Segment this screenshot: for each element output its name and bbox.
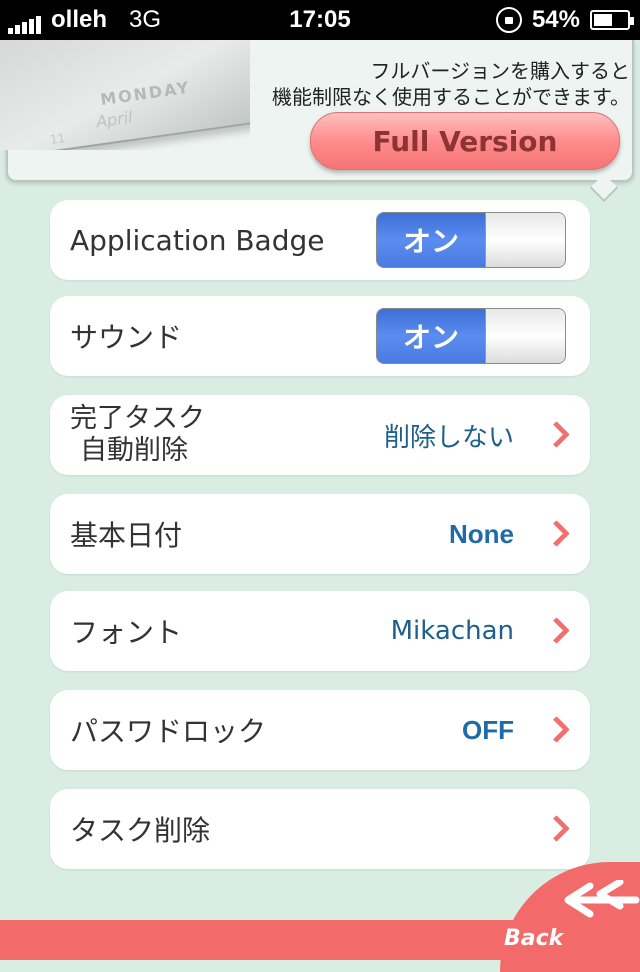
setting-row-auto-delete[interactable]: 完了タスク 自動削除 削除しない <box>50 395 590 475</box>
setting-row-passcode-lock[interactable]: パスワドロック OFF <box>50 690 590 770</box>
sound-toggle[interactable]: オン <box>376 308 566 364</box>
app-badge-toggle-on-label: オン <box>377 213 485 267</box>
promo-message: フルバージョンを購入すると 機能制限なく使用することができます。 <box>190 58 630 110</box>
promo-message-line2: 機能制限なく使用することができます。 <box>272 85 630 109</box>
auto-delete-label-line1: 完了タスク <box>70 403 205 434</box>
status-bar: olleh 3G 17:05 54% <box>0 0 640 40</box>
sound-label: サウンド <box>70 321 183 354</box>
app-badge-label: Application Badge <box>70 223 325 257</box>
battery-percent: 54% <box>531 6 580 33</box>
delete-tasks-label: タスク削除 <box>70 814 211 847</box>
base-date-value: None <box>449 518 514 549</box>
auto-delete-value: 削除しない <box>383 422 514 453</box>
setting-row-base-date[interactable]: 基本日付 None <box>50 494 590 574</box>
app-badge-toggle[interactable]: オン <box>376 212 566 268</box>
chevron-right-icon <box>543 520 570 547</box>
back-label: Back <box>504 926 564 951</box>
full-version-button[interactable]: Full Version <box>310 112 620 170</box>
chevron-right-icon <box>543 421 570 448</box>
font-value: Mikachan <box>390 616 514 646</box>
setting-row-app-badge: Application Badge オン <box>50 200 590 280</box>
toggle-knob <box>485 213 565 267</box>
setting-row-sound: サウンド オン <box>50 296 590 376</box>
battery-icon <box>590 10 634 30</box>
passcode-lock-value: OFF <box>462 714 514 745</box>
chevron-right-icon <box>543 815 570 842</box>
toggle-knob <box>485 309 565 363</box>
passcode-lock-label: パスワドロック <box>70 715 267 748</box>
auto-delete-label: 完了タスク 自動削除 <box>70 403 205 467</box>
back-button[interactable]: Back <box>500 862 640 960</box>
font-label: フォント <box>70 616 183 649</box>
promo-message-line1: フルバージョンを購入すると <box>370 59 630 83</box>
setting-row-delete-tasks[interactable]: タスク削除 <box>50 789 590 869</box>
rotation-lock-icon <box>495 7 522 33</box>
chevron-right-icon <box>543 716 570 743</box>
sound-toggle-on-label: オン <box>377 309 485 363</box>
back-arrow-icon <box>564 880 640 918</box>
calendar-date: 11 <box>49 131 67 147</box>
base-date-label: 基本日付 <box>70 519 183 552</box>
setting-row-font[interactable]: フォント Mikachan <box>50 591 590 671</box>
auto-delete-label-line2: 自動削除 <box>80 435 188 466</box>
chevron-right-icon <box>543 617 570 644</box>
